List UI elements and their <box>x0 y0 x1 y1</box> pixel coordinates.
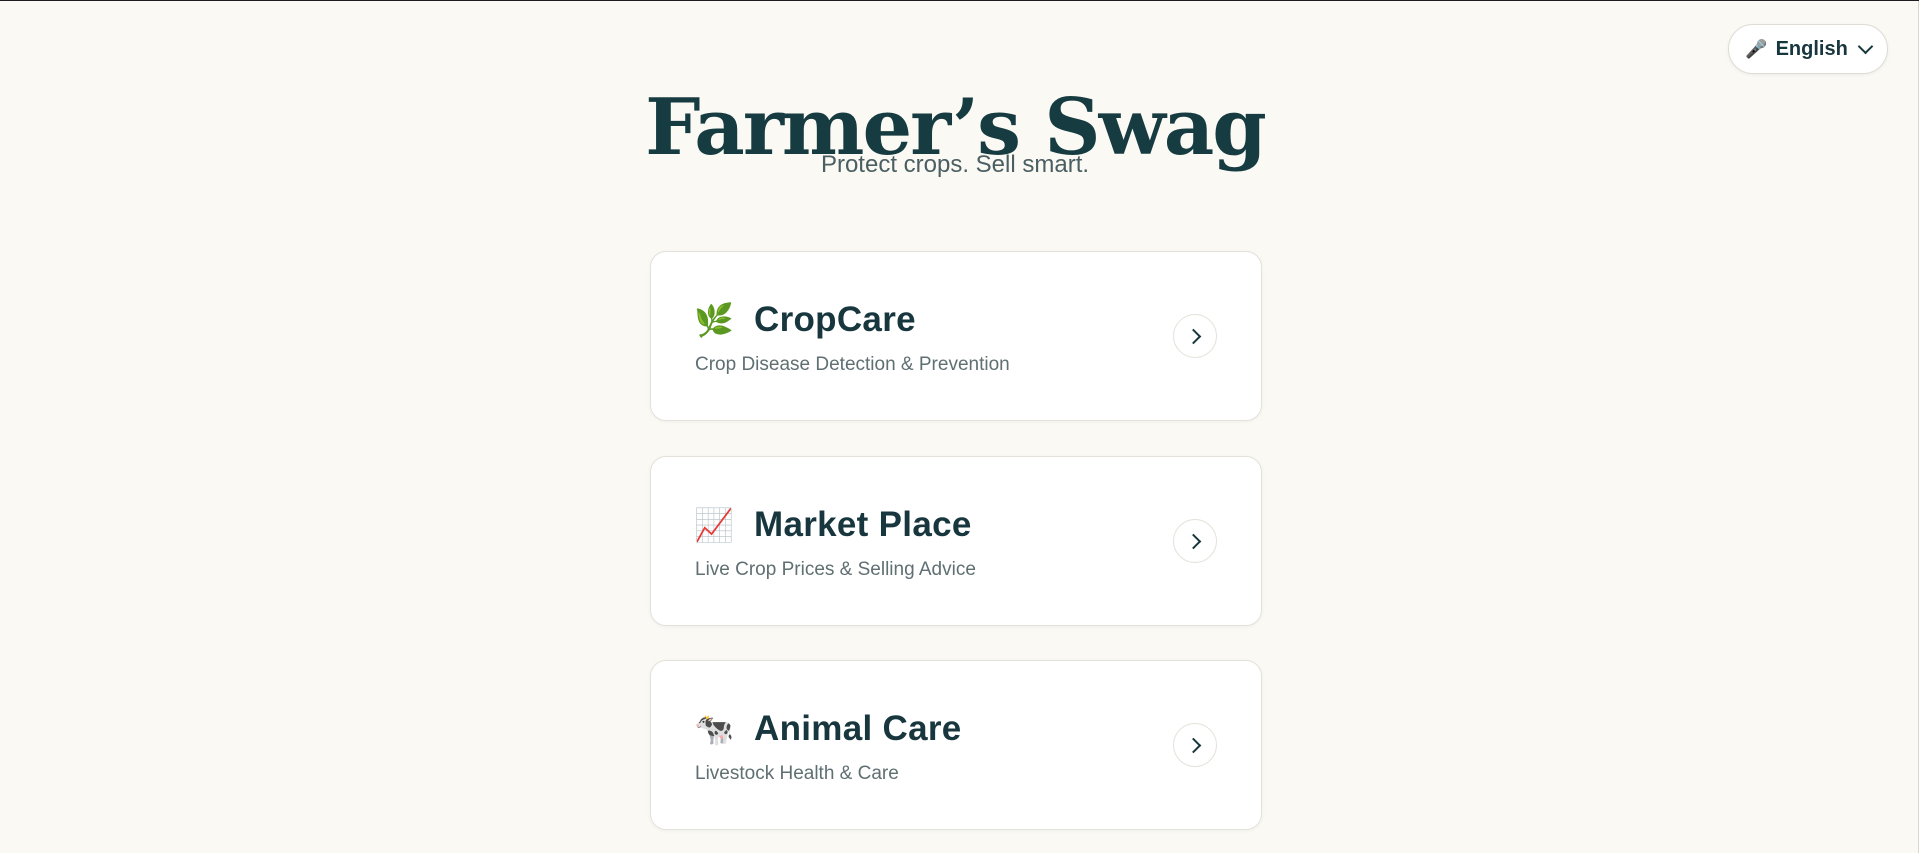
card-market-place[interactable]: 📈 Market Place Live Crop Prices & Sellin… <box>650 456 1262 626</box>
card-cropcare[interactable]: 🌿 CropCare Crop Disease Detection & Prev… <box>650 251 1262 421</box>
chart-increasing-icon: 📈 <box>694 507 734 543</box>
language-selector-button[interactable]: 🎤 English <box>1728 24 1888 74</box>
chevron-down-icon <box>1857 38 1874 55</box>
card-title: CropCare <box>754 300 916 339</box>
card-title: Animal Care <box>754 709 962 748</box>
card-description: Crop Disease Detection & Prevention <box>695 354 1010 375</box>
card-description: Live Crop Prices & Selling Advice <box>695 559 976 580</box>
card-description: Livestock Health & Care <box>695 763 899 784</box>
herb-icon: 🌿 <box>694 302 734 338</box>
chevron-right-icon[interactable] <box>1173 314 1217 358</box>
microphone-icon: 🎤 <box>1745 38 1768 59</box>
language-label: English <box>1775 37 1848 60</box>
card-animal-care[interactable]: 🐄 Animal Care Livestock Health & Care <box>650 660 1262 830</box>
cow-icon: 🐄 <box>694 711 734 747</box>
chevron-right-icon[interactable] <box>1173 723 1217 767</box>
chevron-right-icon[interactable] <box>1173 519 1217 563</box>
app-subtitle: Protect crops. Sell smart. <box>820 151 1090 178</box>
card-title: Market Place <box>754 505 972 544</box>
